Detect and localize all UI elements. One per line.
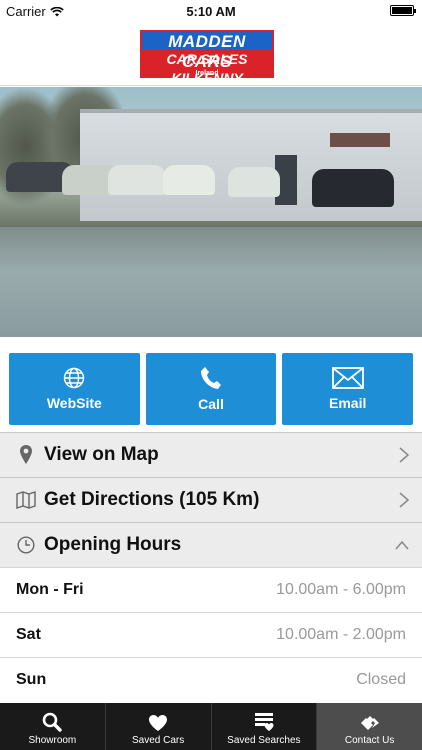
- status-time: 5:10 AM: [186, 4, 236, 19]
- chevron-right-icon: [399, 492, 410, 508]
- view-on-map-row[interactable]: View on Map: [0, 432, 422, 477]
- battery-icon: [390, 5, 416, 16]
- heart-icon: [149, 715, 168, 731]
- get-directions-row[interactable]: Get Directions (105 Km): [0, 477, 422, 522]
- hours-row: Mon - Fri 10.00am - 6.00pm: [0, 567, 422, 612]
- hours-day: Sat: [16, 626, 41, 643]
- logo-subtitle: CAR SALES KILKENNY: [140, 50, 274, 86]
- hours-day: Sun: [16, 671, 47, 688]
- car: [228, 167, 280, 197]
- tab-contact-us[interactable]: Contact Us: [317, 703, 422, 750]
- magnifier-icon: [43, 712, 63, 732]
- tab-contact-us-label: Contact Us: [344, 735, 395, 746]
- tab-bar: Showroom Saved Cars Saved Searches Conta…: [0, 703, 422, 750]
- forecourt: [0, 227, 422, 337]
- view-on-map-label: View on Map: [44, 444, 159, 465]
- hours-time: Closed: [356, 671, 406, 688]
- hours-time: 10.00am - 2.00pm: [276, 626, 406, 643]
- contact-actions: WebSite Call Email: [9, 353, 414, 425]
- clock-icon: [16, 533, 36, 557]
- building-sign: [330, 133, 390, 147]
- hours-time: 10.00am - 6.00pm: [276, 581, 406, 598]
- car: [312, 169, 394, 207]
- car: [108, 165, 166, 195]
- tab-saved-searches[interactable]: Saved Searches: [212, 703, 318, 750]
- hours-row: Sat 10.00am - 2.00pm: [0, 612, 422, 657]
- opening-hours-header[interactable]: Opening Hours: [0, 522, 422, 567]
- tab-saved-searches-label: Saved Searches: [227, 735, 301, 746]
- hours-day: Mon - Fri: [16, 581, 84, 598]
- folded-map-icon: [16, 488, 36, 512]
- call-button[interactable]: Call: [145, 353, 277, 425]
- website-button[interactable]: WebSite: [9, 353, 140, 425]
- call-label: Call: [198, 396, 224, 412]
- chevron-up-icon: [395, 540, 409, 550]
- globe-icon: [64, 367, 85, 389]
- tab-showroom[interactable]: Showroom: [0, 703, 106, 750]
- opening-hours-label: Opening Hours: [44, 534, 182, 555]
- phone-icon: [201, 367, 221, 389]
- chevron-right-icon: [399, 447, 410, 463]
- email-label: Email: [329, 395, 367, 411]
- logo-country: Ireland: [140, 69, 274, 78]
- dealer-photo: [0, 87, 422, 337]
- app-header: MADDEN CARS CAR SALES KILKENNY Ireland: [0, 22, 422, 86]
- get-directions-label: Get Directions (105 Km): [44, 489, 260, 510]
- saved-list-icon: [254, 713, 274, 731]
- dealer-info-list: View on Map Get Directions (105 Km) Open…: [0, 432, 422, 702]
- dealer-logo: MADDEN CARS CAR SALES KILKENNY Ireland: [140, 30, 274, 86]
- logo-title: MADDEN CARS: [140, 30, 274, 71]
- hours-row: Sun Closed: [0, 657, 422, 702]
- website-label: WebSite: [46, 395, 102, 411]
- map-pin-icon: [16, 443, 36, 467]
- email-button[interactable]: Email: [282, 353, 414, 425]
- status-bar: Carrier 5:10 AM: [0, 0, 422, 22]
- tab-saved-cars-label: Saved Cars: [132, 735, 185, 746]
- handshake-icon: [360, 716, 379, 730]
- car: [163, 165, 215, 195]
- envelope-icon: [331, 367, 364, 389]
- tab-saved-cars[interactable]: Saved Cars: [106, 703, 212, 750]
- tab-showroom-label: Showroom: [28, 735, 77, 746]
